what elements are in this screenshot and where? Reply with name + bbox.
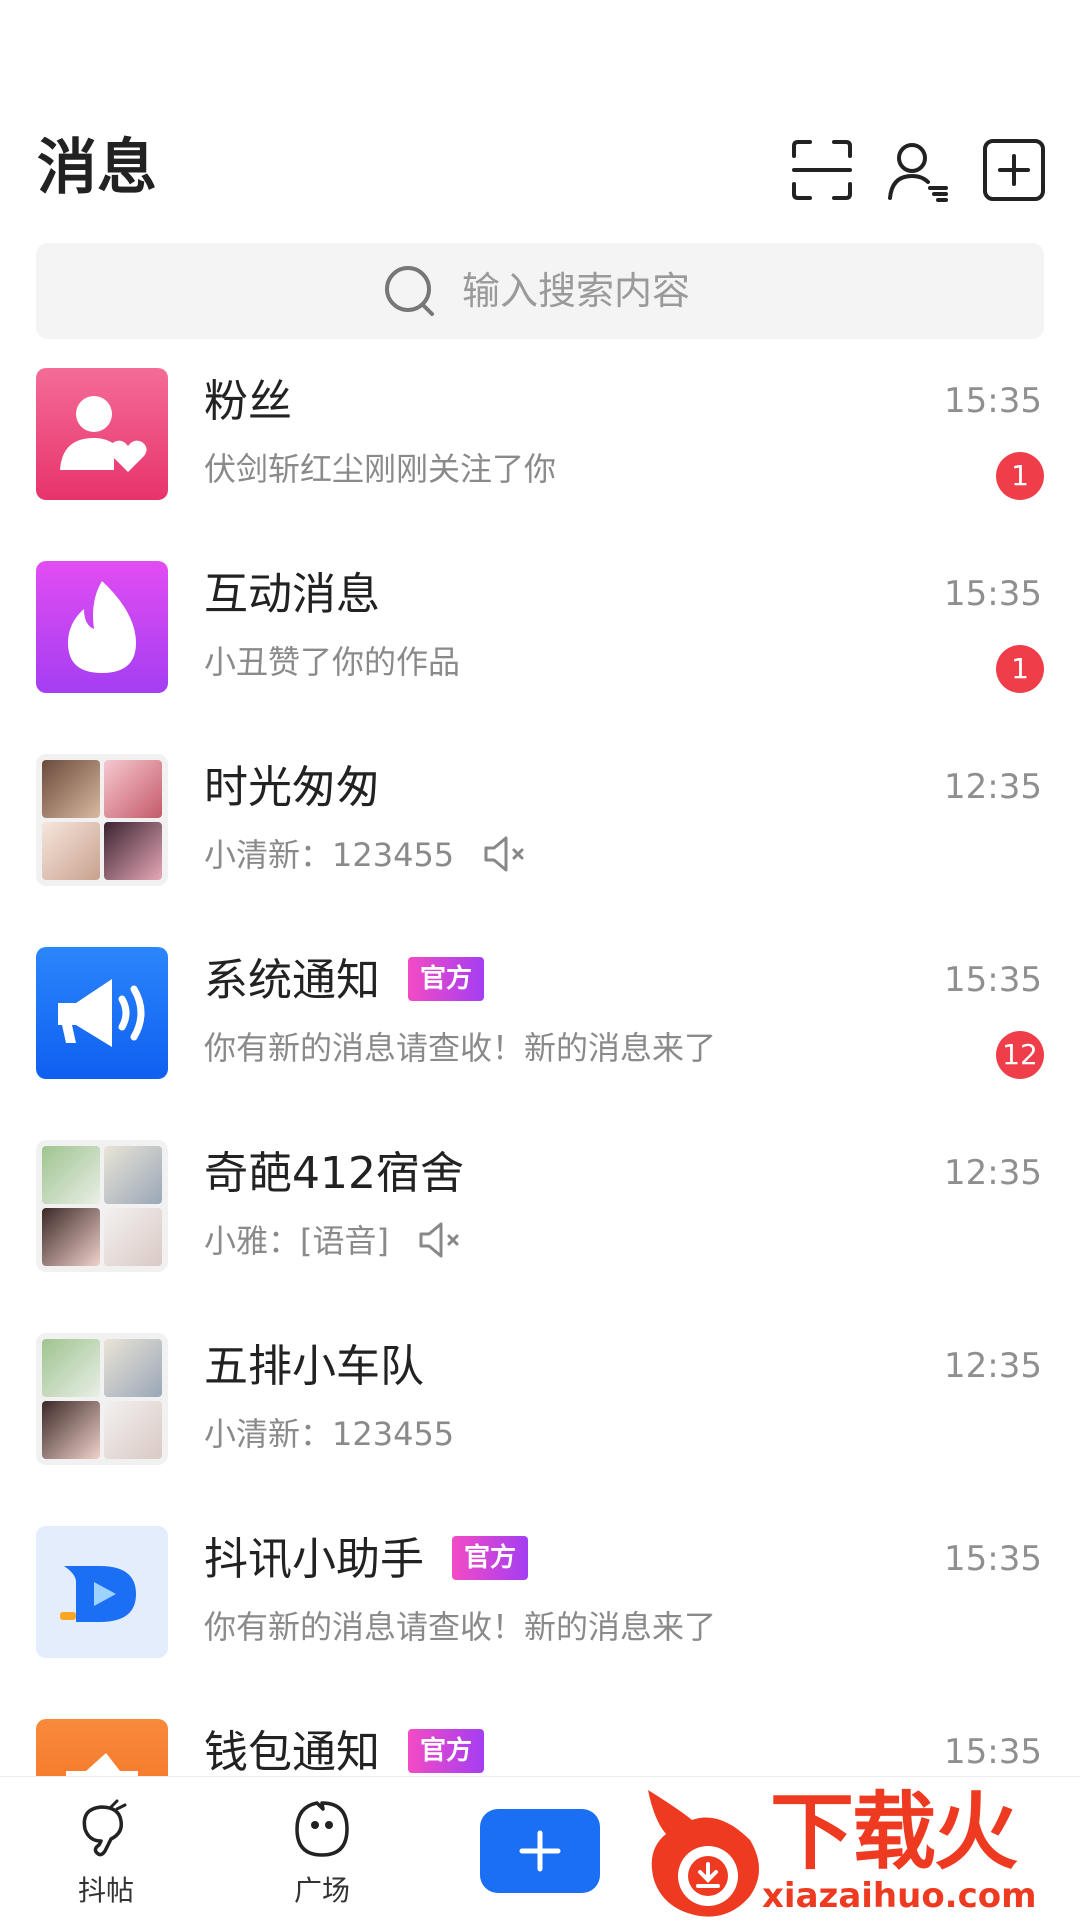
group-avatar	[36, 1333, 168, 1465]
list-item[interactable]: 粉丝 伏剑斩红尘刚刚关注了你 15:35 1	[0, 350, 1080, 542]
tab-doutie[interactable]: 抖帖	[46, 1799, 166, 1909]
official-tag: 官方	[452, 1536, 529, 1580]
watermark-title: 下载火	[770, 1783, 1018, 1881]
megaphone-icon	[36, 947, 168, 1079]
unread-badge: 12	[996, 1031, 1044, 1079]
conversation-name: 抖讯小助手	[204, 1534, 424, 1585]
list-item[interactable]: 系统通知 官方 你有新的消息请查收！新的消息来了 15:35 12	[0, 929, 1080, 1121]
conversation-preview: 小清新：123455	[204, 836, 455, 874]
conversation-preview: 小清新：123455	[204, 1415, 455, 1453]
search-icon	[385, 266, 434, 316]
official-tag: 官方	[408, 1729, 485, 1773]
fire-icon	[36, 561, 168, 693]
conversation-time: 15:35	[944, 1539, 1042, 1579]
publish-button[interactable]	[480, 1809, 600, 1893]
conversation-preview: 小丑赞了你的作品	[204, 643, 461, 681]
fans-icon	[36, 368, 168, 500]
watermark-url: xiazaihuo.com	[762, 1876, 1037, 1916]
page-title: 消息	[37, 133, 157, 203]
conversation-name-row: 抖讯小助手 官方	[204, 1530, 529, 1590]
group-avatar	[36, 754, 168, 886]
search-input[interactable]: 输入搜索内容	[462, 265, 690, 317]
conversation-time: 15:35	[944, 960, 1042, 1000]
list-item[interactable]: 奇葩412宿舍 小雅：[语音] 12:35	[0, 1122, 1080, 1314]
conversation-time: 12:35	[944, 767, 1042, 807]
tab-label: 广场	[293, 1874, 350, 1907]
unread-badge: 1	[996, 452, 1044, 500]
list-item[interactable]: 五排小车队 小清新：123455 12:35	[0, 1315, 1080, 1507]
list-item[interactable]: 抖讯小助手 官方 你有新的消息请查收！新的消息来了 15:35	[0, 1508, 1080, 1700]
conversation-preview: 小雅：[语音]	[204, 1222, 389, 1260]
conversation-preview: 伏剑斩红尘刚刚关注了你	[204, 450, 557, 488]
group-avatar	[36, 1140, 168, 1272]
conversation-name: 奇葩412宿舍	[204, 1148, 464, 1199]
conversation-name-row: 系统通知 官方	[204, 951, 485, 1011]
conversation-name: 系统通知	[204, 955, 380, 1006]
conversation-name: 粉丝	[204, 376, 292, 427]
list-item[interactable]: 时光匆匆 小清新：123455 12:35	[0, 736, 1080, 928]
plus-icon	[519, 1830, 561, 1872]
bubble-face-icon	[295, 1801, 349, 1857]
tab-label: 抖帖	[77, 1874, 134, 1907]
unread-badge: 1	[996, 645, 1044, 693]
conversation-preview-row: 小雅：[语音]	[204, 1218, 463, 1264]
conversation-preview-row: 小清新：123455	[204, 832, 528, 878]
flame-logo-icon	[648, 1790, 759, 1917]
drumstick-icon	[82, 1799, 127, 1857]
header: 消息	[0, 0, 1080, 230]
conversation-name: 五排小车队	[204, 1341, 424, 1392]
official-tag: 官方	[408, 957, 485, 1001]
scan-icon[interactable]	[790, 138, 854, 202]
tab-square[interactable]: 广场	[262, 1799, 382, 1909]
conversation-time: 15:35	[944, 381, 1042, 421]
conversation-time: 12:35	[944, 1153, 1042, 1193]
watermark: 下载火 xiazaihuo.com	[640, 1780, 1080, 1920]
conversation-name: 互动消息	[204, 569, 380, 620]
conversation-time: 15:35	[944, 574, 1042, 614]
conversation-name-row: 钱包通知 官方	[204, 1723, 485, 1783]
contacts-icon[interactable]	[886, 138, 950, 202]
conversation-name: 时光匆匆	[204, 762, 380, 813]
mute-icon	[419, 1222, 459, 1258]
conversation-preview: 你有新的消息请查收！新的消息来了	[204, 1608, 717, 1646]
conversation-time: 15:35	[944, 1732, 1042, 1772]
assistant-logo	[36, 1526, 168, 1658]
search-bar[interactable]: 输入搜索内容	[36, 243, 1044, 339]
list-item[interactable]: 互动消息 小丑赞了你的作品 15:35 1	[0, 543, 1080, 735]
conversation-time: 12:35	[944, 1346, 1042, 1386]
mute-icon	[484, 836, 524, 872]
add-square-icon[interactable]	[982, 138, 1046, 202]
conversation-name: 钱包通知	[204, 1727, 380, 1778]
conversation-preview: 你有新的消息请查收！新的消息来了	[204, 1029, 717, 1067]
